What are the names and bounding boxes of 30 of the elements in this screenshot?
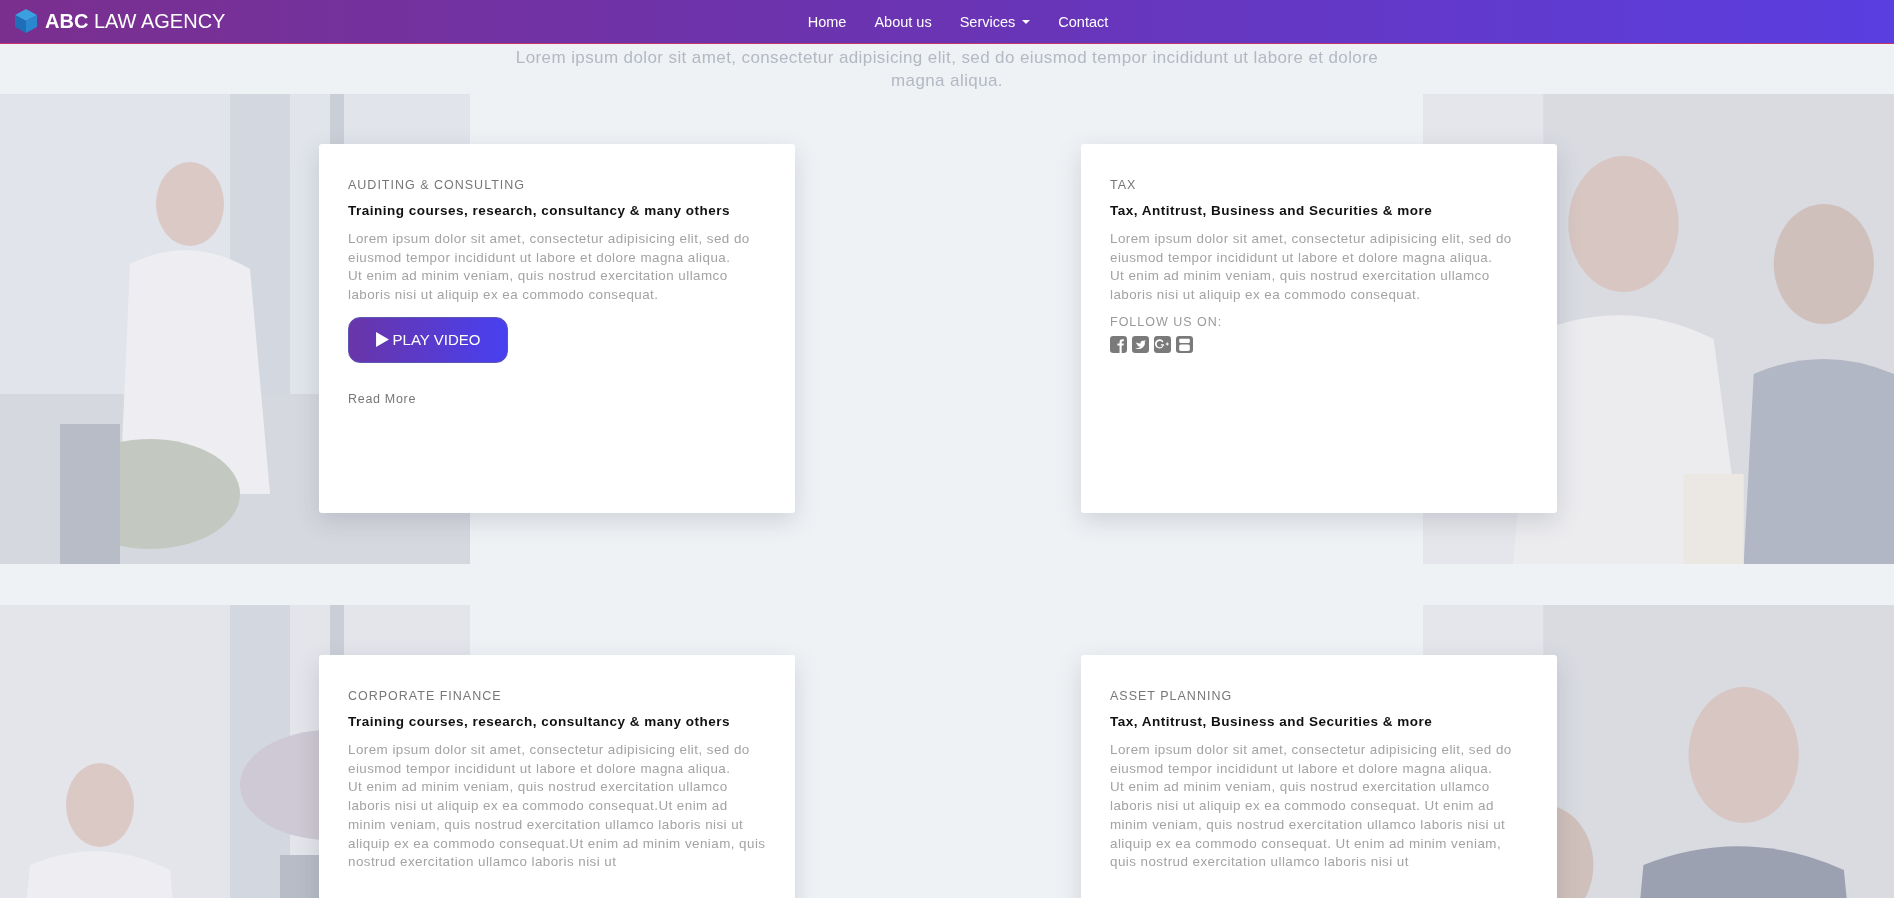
card-heading: Training courses, research, consultancy & many others [348, 203, 732, 218]
nav-link[interactable]: Home [793, 13, 861, 30]
play-video-button[interactable]: PLAY VIDEO [348, 316, 508, 363]
intro-text: Lorem ipsum dolor sit amet, consectetur adipisicing elit, sed do eiusmod tempor incididunt ut labore et dolore magna aliqua. [514, 47, 1380, 92]
card-heading: Tax, Antitrust, Business and Securities & more [1110, 203, 1434, 218]
read-more-link[interactable]: Read More [348, 391, 417, 406]
card-category: ASSET PLANNING [1110, 689, 1234, 703]
card-paragraph: Lorem ipsum dolor sit amet, consectetur adipisicing elit, sed do eiusmod tempor incididunt ut labore et dolore magna aliqua. [348, 741, 751, 778]
facebook-icon[interactable] [1110, 335, 1127, 353]
card-heading: Tax, Antitrust, Business and Securities & more [1110, 714, 1434, 729]
nav-link[interactable]: About us [860, 13, 946, 30]
card-paragraph: Lorem ipsum dolor sit amet, consectetur adipisicing elit, sed do eiusmod tempor incididunt ut labore et dolore magna aliqua. [348, 230, 751, 267]
card-category: CORPORATE FINANCE [348, 689, 503, 703]
card-paragraph: Lorem ipsum dolor sit amet, consectetur adipisicing elit, sed do eiusmod tempor incididunt ut labore et dolore magna aliqua. [1110, 230, 1513, 267]
nav-link[interactable]: Contact [1044, 13, 1123, 30]
card-heading: Training courses, research, consultancy & many others [348, 714, 732, 729]
cube-logo-icon [12, 7, 40, 35]
twitter-icon[interactable] [1132, 335, 1149, 353]
google-plus-icon[interactable] [1154, 335, 1171, 353]
card-category: AUDITING & CONSULTING [348, 178, 527, 192]
nav-link[interactable]: Services [945, 13, 1045, 30]
card-paragraph: Ut enim ad minim veniam, quis nostrud exercitation ullamco laboris nisi ut aliquip ex ea commodo consequat.Ut enim ad minim veniam, quis nostrud exercitation ullamco laboris nisi ut aliquip ex ea commodo consequat.Ut enim ad minim veniam, quis nostrud exercitation ullamco laboris nisi ut [348, 778, 766, 872]
card-paragraph: Lorem ipsum dolor sit amet, consectetur adipisicing elit, sed do eiusmod tempor incididunt ut labore et dolore magna aliqua. [1110, 741, 1513, 778]
card-category: TAX [1110, 178, 1138, 192]
card-paragraph: Ut enim ad minim veniam, quis nostrud exercitation ullamco laboris nisi ut aliquip ex ea commodo consequat. [348, 267, 729, 305]
card-paragraph: Ut enim ad minim veniam, quis nostrud exercitation ullamco laboris nisi ut aliquip ex ea commodo consequat. Ut enim ad minim veniam, quis nostrud exercitation ullamco laboris nisi ut aliquip ex ea commodo consequat. Ut enim ad minim veniam, quis nostrud exercitation ullamco laboris nisi ut [1110, 778, 1507, 872]
brand-name[interactable]: ABC LAW AGENCY [45, 9, 226, 33]
follow-label: FOLLOW US ON: [1110, 314, 1224, 329]
card-paragraph: Ut enim ad minim veniam, quis nostrud exercitation ullamco laboris nisi ut aliquip ex ea commodo consequat. [1110, 267, 1491, 305]
play-icon [375, 332, 389, 348]
